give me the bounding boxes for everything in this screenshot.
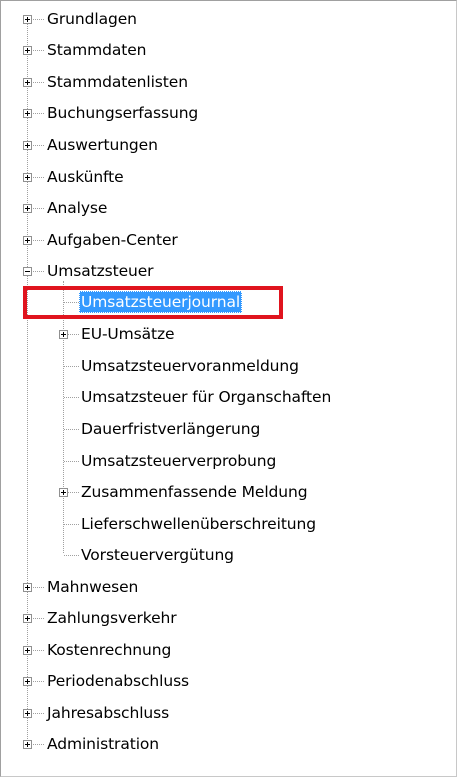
- plus-expander-icon[interactable]: [23, 109, 32, 118]
- tree-item-label: Kostenrechnung: [47, 641, 172, 659]
- tree-item-label: Stammdaten: [47, 41, 147, 59]
- tree-item-label: Zahlungsverkehr: [47, 609, 177, 627]
- plus-expander-icon[interactable]: [23, 236, 32, 245]
- plus-expander-icon[interactable]: [23, 677, 32, 686]
- tree-item-label: Mahnwesen: [47, 578, 139, 596]
- plus-expander-icon[interactable]: [23, 583, 32, 592]
- tree-item-label: Lieferschwellenüberschreitung: [81, 515, 316, 533]
- plus-expander-icon[interactable]: [23, 614, 32, 623]
- plus-expander-icon[interactable]: [23, 15, 32, 24]
- tree-item-auskuenfte[interactable]: Auskünfte: [1, 166, 451, 188]
- tree-item-buchungserfassung[interactable]: Buchungserfassung: [1, 102, 451, 124]
- tree-item-zahlungsverkehr[interactable]: Zahlungsverkehr: [1, 607, 451, 629]
- plus-expander-icon[interactable]: [59, 488, 68, 497]
- tree-connector-main: [27, 17, 28, 745]
- tree-item-label: Aufgaben-Center: [47, 231, 178, 249]
- highlight-annotation-box: [23, 286, 283, 319]
- tree-item-aufgaben-center[interactable]: Aufgaben-Center: [1, 229, 451, 251]
- tree-item-label: Grundlagen: [47, 10, 137, 28]
- tree-item-label: EU-Umsätze: [81, 325, 175, 343]
- tree-item-mahnwesen[interactable]: Mahnwesen: [1, 576, 451, 598]
- tree-item-zusammenfassende-meldung[interactable]: Zusammenfassende Meldung: [1, 481, 451, 503]
- plus-expander-icon[interactable]: [23, 646, 32, 655]
- tree-item-label: Jahresabschluss: [47, 704, 170, 722]
- plus-expander-icon[interactable]: [59, 330, 68, 339]
- tree-item-grundlagen[interactable]: Grundlagen: [1, 8, 451, 30]
- tree-item-analyse[interactable]: Analyse: [1, 197, 451, 219]
- tree-item-administration[interactable]: Administration: [1, 733, 451, 755]
- minus-expander-icon[interactable]: [23, 267, 32, 276]
- tree-item-label: Analyse: [47, 199, 108, 217]
- tree-item-label: Umsatzsteuervoranmeldung: [81, 357, 299, 375]
- plus-expander-icon[interactable]: [23, 141, 32, 150]
- tree-item-vorsteuerverguetung[interactable]: Vorsteuervergütung: [1, 544, 451, 566]
- tree-item-label: Umsatzsteuer für Organschaften: [81, 388, 332, 406]
- tree-item-label: Umsatzsteuerverprobung: [81, 452, 277, 470]
- tree-item-umsatzsteuervoranmeldung[interactable]: Umsatzsteuervoranmeldung: [1, 355, 451, 377]
- tree-item-label: Vorsteuervergütung: [81, 546, 234, 564]
- tree-item-umsatzsteuer-organschaften[interactable]: Umsatzsteuer für Organschaften: [1, 386, 451, 408]
- tree-item-jahresabschluss[interactable]: Jahresabschluss: [1, 702, 451, 724]
- tree-item-stammdatenlisten[interactable]: Stammdatenlisten: [1, 71, 451, 93]
- tree-item-label: Auskünfte: [47, 168, 124, 186]
- tree-item-auswertungen[interactable]: Auswertungen: [1, 134, 451, 156]
- tree-item-label: Administration: [47, 735, 160, 753]
- plus-expander-icon[interactable]: [23, 204, 32, 213]
- tree-item-periodenabschluss[interactable]: Periodenabschluss: [1, 670, 451, 692]
- tree-item-label: Buchungserfassung: [47, 104, 199, 122]
- tree-item-lieferschwellenueberschreitung[interactable]: Lieferschwellenüberschreitung: [1, 513, 451, 535]
- plus-expander-icon[interactable]: [23, 173, 32, 182]
- plus-expander-icon[interactable]: [23, 709, 32, 718]
- tree-item-umsatzsteuer[interactable]: Umsatzsteuer: [1, 260, 451, 282]
- tree-item-label: Zusammenfassende Meldung: [81, 483, 308, 501]
- tree-item-eu-umsaetze[interactable]: EU-Umsätze: [1, 323, 451, 345]
- tree-item-label: Periodenabschluss: [47, 672, 190, 690]
- tree-item-stammdaten[interactable]: Stammdaten: [1, 39, 451, 61]
- plus-expander-icon[interactable]: [23, 78, 32, 87]
- navigation-tree-panel: Grundlagen Stammdaten Stammdatenlisten B…: [0, 0, 457, 777]
- tree-item-label: Auswertungen: [47, 136, 158, 154]
- plus-expander-icon[interactable]: [23, 46, 32, 55]
- tree-item-umsatzsteuerverprobung[interactable]: Umsatzsteuerverprobung: [1, 450, 451, 472]
- tree-item-label: Umsatzsteuer: [47, 262, 154, 280]
- plus-expander-icon[interactable]: [23, 740, 32, 749]
- tree-item-kostenrechnung[interactable]: Kostenrechnung: [1, 639, 451, 661]
- tree-item-dauerfristverlaengerung[interactable]: Dauerfristverlängerung: [1, 418, 451, 440]
- tree-item-label: Stammdatenlisten: [47, 73, 188, 91]
- tree-item-label: Dauerfristverlängerung: [81, 420, 261, 438]
